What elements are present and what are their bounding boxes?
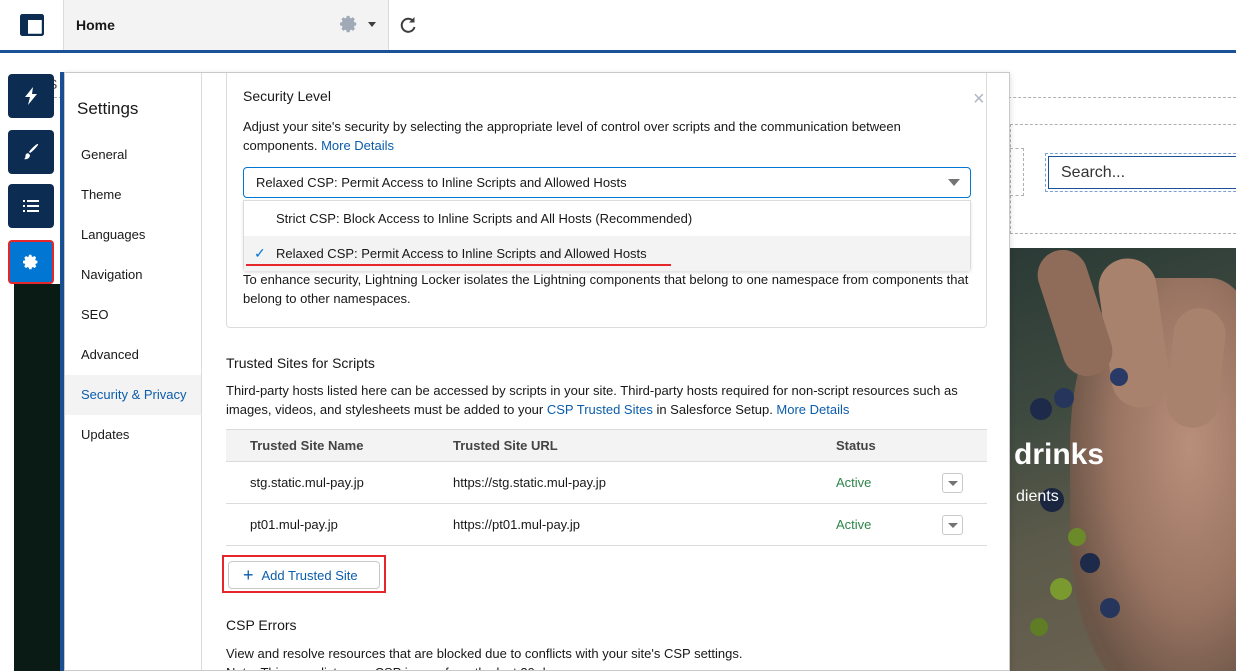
berry <box>1110 368 1128 386</box>
components-tool-button[interactable] <box>8 74 54 118</box>
highlight-underline <box>246 264 671 266</box>
nav-item-theme[interactable]: Theme <box>65 175 201 215</box>
hero-subtitle: dients <box>1016 488 1059 505</box>
status-badge: Active <box>836 475 872 490</box>
header-bar: Home <box>0 0 1236 53</box>
security-level-card: Security Level Adjust your site's securi… <box>226 73 987 328</box>
hero-title: drinks <box>1014 438 1105 471</box>
nav-item-seo[interactable]: SEO <box>65 295 201 335</box>
theme-tool-button[interactable] <box>8 130 54 174</box>
nav-item-navigation[interactable]: Navigation <box>65 255 201 295</box>
security-level-description: Adjust your site's security by selecting… <box>243 119 901 153</box>
page-name: Home <box>76 17 115 33</box>
lightning-icon <box>25 87 37 105</box>
hero-image: drinks dients <box>1010 248 1236 671</box>
panel-layout-icon <box>19 14 44 36</box>
add-trusted-site-highlight: + Add Trusted Site <box>222 555 386 593</box>
page-structure-tool-button[interactable] <box>8 184 54 228</box>
add-trusted-site-button[interactable]: + Add Trusted Site <box>228 561 380 589</box>
berry <box>1054 388 1074 408</box>
settings-title: Settings <box>77 99 139 118</box>
row-actions-button[interactable] <box>942 473 963 493</box>
column-header-url: Trusted Site URL <box>453 438 558 453</box>
berry <box>1030 398 1052 420</box>
nav-item-security-privacy[interactable]: Security & Privacy <box>65 375 201 415</box>
site-name: pt01.mul-pay.jp <box>250 517 338 532</box>
column-header-status: Status <box>836 438 876 453</box>
gear-icon[interactable] <box>340 15 358 36</box>
security-level-dropdown: Strict CSP: Block Access to Inline Scrip… <box>243 200 971 271</box>
site-name: stg.static.mul-pay.jp <box>250 475 364 490</box>
trusted-sites-title: Trusted Sites for Scripts <box>226 355 375 371</box>
berry <box>1100 598 1120 618</box>
berry <box>1080 553 1100 573</box>
canvas-dark-block <box>14 284 60 671</box>
berry <box>1030 618 1048 636</box>
berry <box>1050 578 1072 600</box>
canvas-region-border <box>1010 148 1024 196</box>
locker-description: To enhance security, Lightning Locker is… <box>243 272 969 306</box>
settings-content: Security Level Adjust your site's securi… <box>202 73 1009 670</box>
option-strict-csp[interactable]: Strict CSP: Block Access to Inline Scrip… <box>244 201 970 236</box>
table-row: stg.static.mul-pay.jp https://stg.static… <box>226 462 987 504</box>
security-level-select[interactable]: Relaxed CSP: Permit Access to Inline Scr… <box>243 167 971 198</box>
chevron-down-icon[interactable] <box>368 22 376 27</box>
brush-icon <box>24 143 39 160</box>
status-badge: Active <box>836 517 872 532</box>
settings-gear-icon <box>23 254 38 270</box>
close-icon[interactable]: × <box>973 89 985 109</box>
selected-value: Relaxed CSP: Permit Access to Inline Scr… <box>256 175 627 190</box>
option-relaxed-csp[interactable]: ✓ Relaxed CSP: Permit Access to Inline S… <box>244 236 970 271</box>
table-row: pt01.mul-pay.jp https://pt01.mul-pay.jp … <box>226 504 987 546</box>
nav-item-updates[interactable]: Updates <box>65 415 201 455</box>
more-details-link[interactable]: More Details <box>321 138 394 153</box>
plus-icon: + <box>243 565 254 585</box>
site-url: https://stg.static.mul-pay.jp <box>453 475 606 490</box>
nav-item-advanced[interactable]: Advanced <box>65 335 201 375</box>
row-actions-button[interactable] <box>942 515 963 535</box>
settings-tool-button[interactable] <box>8 240 54 284</box>
page-selector[interactable]: Home <box>64 0 389 50</box>
site-search-box[interactable]: Search... <box>1045 153 1236 192</box>
site-url: https://pt01.mul-pay.jp <box>453 517 580 532</box>
berry <box>1068 528 1086 546</box>
settings-nav: Settings General Theme Languages Navigat… <box>65 73 202 670</box>
security-level-title: Security Level <box>243 88 331 104</box>
table-header: Trusted Site Name Trusted Site URL Statu… <box>226 429 987 462</box>
nav-item-languages[interactable]: Languages <box>65 215 201 255</box>
csp-errors-description: View and resolve resources that are bloc… <box>226 646 743 670</box>
refresh-icon[interactable] <box>398 15 418 38</box>
settings-panel: Settings General Theme Languages Navigat… <box>64 72 1010 671</box>
dropdown-arrow-icon <box>948 179 960 186</box>
csp-errors-title: CSP Errors <box>226 617 297 633</box>
list-icon <box>23 200 39 212</box>
csp-trusted-sites-link[interactable]: CSP Trusted Sites <box>547 402 653 417</box>
app-layout-button[interactable] <box>0 0 64 50</box>
trusted-sites-description: Third-party hosts listed here can be acc… <box>226 383 958 417</box>
column-header-name: Trusted Site Name <box>250 438 364 453</box>
nav-item-general[interactable]: General <box>65 135 201 175</box>
trusted-sites-more-details-link[interactable]: More Details <box>776 402 849 417</box>
